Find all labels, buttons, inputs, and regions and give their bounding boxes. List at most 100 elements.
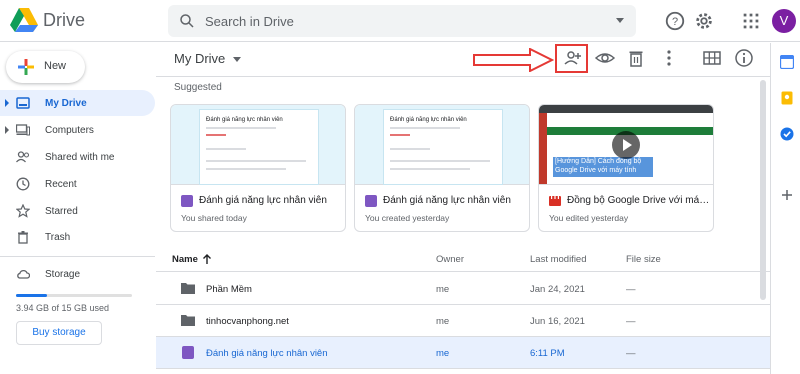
sidebar-item-starred[interactable]: Starred xyxy=(0,198,155,224)
file-modified: Jan 24, 2021 xyxy=(530,284,585,295)
svg-text:?: ? xyxy=(672,16,678,28)
table-row[interactable]: tinhocvanphong.net me Jun 16, 2021 — xyxy=(156,305,770,337)
sidebar-item-storage[interactable]: Storage xyxy=(0,261,155,287)
help-icon[interactable]: ? xyxy=(664,10,686,32)
drive-logo-icon[interactable] xyxy=(10,7,38,33)
storage-usage-bar xyxy=(16,294,132,297)
info-icon[interactable] xyxy=(734,48,754,68)
suggested-card[interactable]: [Hướng Dẫn] Cách đồng bộ Google Drive vớ… xyxy=(538,104,714,232)
trash-icon[interactable] xyxy=(626,48,646,68)
column-name[interactable]: Name xyxy=(172,254,198,265)
search-options-icon[interactable] xyxy=(616,18,624,23)
avatar[interactable]: V xyxy=(772,9,796,33)
sidebar-item-trash[interactable]: Trash xyxy=(0,224,155,250)
file-size: — xyxy=(626,348,636,359)
search-input[interactable]: Search in Drive xyxy=(205,14,294,29)
arrow-up-icon[interactable] xyxy=(202,253,212,265)
sidebar-item-computers[interactable]: Computers xyxy=(0,117,155,143)
sidebar-item-my-drive[interactable]: My Drive xyxy=(0,90,155,116)
column-last-modified[interactable]: Last modified xyxy=(530,254,587,265)
people-icon xyxy=(16,151,30,163)
search-icon[interactable] xyxy=(178,12,196,30)
clock-icon xyxy=(16,177,30,191)
form-preview: Đánh giá năng lực nhân viên xyxy=(199,109,319,185)
plus-icon xyxy=(18,59,34,75)
suggested-card[interactable]: Đánh giá năng lực nhân viên Đánh giá năn… xyxy=(354,104,530,232)
storage-usage-fill xyxy=(16,294,47,297)
play-icon[interactable] xyxy=(612,131,640,159)
new-button[interactable]: New xyxy=(6,51,85,83)
sidebar-item-label: Shared with me xyxy=(45,152,115,163)
card-thumbnail: Đánh giá năng lực nhân viên xyxy=(171,105,345,185)
grid-view-icon[interactable] xyxy=(702,48,722,68)
sidebar-item-label: Storage xyxy=(45,269,81,280)
thumbnail-title: [Hướng Dẫn] Cách đồng bộ Google Drive vớ… xyxy=(555,158,642,174)
column-file-size[interactable]: File size xyxy=(626,254,661,265)
settings-icon[interactable] xyxy=(693,10,715,32)
sidebar-item-label: Computers xyxy=(45,125,94,136)
add-addon-icon[interactable] xyxy=(780,188,794,202)
file-size: — xyxy=(626,316,636,327)
sidebar-item-label: Starred xyxy=(45,206,78,217)
column-owner[interactable]: Owner xyxy=(436,254,464,265)
file-list-header: Name Owner Last modified File size xyxy=(156,246,770,272)
file-owner: me xyxy=(436,348,450,359)
suggested-card[interactable]: Đánh giá năng lực nhân viên Đánh giá năn… xyxy=(170,104,346,232)
chevron-down-icon xyxy=(233,57,242,63)
page-title[interactable]: My Drive xyxy=(174,51,242,66)
sidebar-item-recent[interactable]: Recent xyxy=(0,171,155,197)
file-modified: Jun 16, 2021 xyxy=(530,316,585,327)
expand-arrow-icon[interactable] xyxy=(5,126,9,134)
video-file-icon xyxy=(549,196,561,206)
sidebar-item-shared-with-me[interactable]: Shared with me xyxy=(0,144,155,170)
forms-icon xyxy=(182,346,194,359)
cloud-icon xyxy=(17,270,30,279)
star-icon xyxy=(16,204,30,218)
apps-grid-icon[interactable] xyxy=(740,10,762,32)
search-box[interactable]: Search in Drive xyxy=(168,5,636,37)
scrollbar[interactable] xyxy=(760,80,766,300)
more-vert-icon[interactable] xyxy=(659,48,679,68)
storage-used-text: 3.94 GB of 15 GB used xyxy=(16,303,110,313)
table-row[interactable]: Phần Mềm me Jan 24, 2021 — xyxy=(156,273,770,305)
tasks-icon[interactable] xyxy=(780,127,794,141)
file-size: — xyxy=(626,284,636,295)
card-meta: You shared today xyxy=(181,213,247,223)
keep-icon[interactable] xyxy=(780,91,794,105)
file-modified: 6:11 PM xyxy=(530,348,565,359)
sidebar-item-label: Trash xyxy=(45,232,71,243)
file-name: tinhocvanphong.net xyxy=(206,316,289,327)
folder-icon xyxy=(181,315,195,326)
computer-icon xyxy=(16,124,30,136)
annotation-arrow-icon xyxy=(473,48,554,72)
card-name: Đánh giá năng lực nhân viên xyxy=(199,195,327,206)
file-name: Phần Mềm xyxy=(206,284,252,295)
trash-icon xyxy=(18,231,28,244)
my-drive-icon xyxy=(16,97,30,109)
expand-arrow-icon[interactable] xyxy=(5,99,9,107)
forms-icon xyxy=(365,195,377,207)
card-meta: You edited yesterday xyxy=(549,213,629,223)
side-panel-rail xyxy=(770,43,800,374)
sidebar-divider xyxy=(0,256,155,257)
preview-eye-icon[interactable] xyxy=(595,48,615,68)
share-highlight-box xyxy=(555,44,588,73)
forms-icon xyxy=(181,195,193,207)
new-button-label: New xyxy=(44,60,67,72)
sidebar-item-label: My Drive xyxy=(45,98,87,109)
thumbnail-title: Đánh giá năng lực nhân viên xyxy=(390,117,467,123)
table-row[interactable]: Đánh giá năng lực nhân viên me 6:11 PM — xyxy=(156,337,770,369)
buy-storage-button[interactable]: Buy storage xyxy=(16,321,102,345)
file-owner: me xyxy=(436,316,450,327)
card-name: Đồng bộ Google Drive với máy tính xyxy=(567,195,711,206)
card-name: Đánh giá năng lực nhân viên xyxy=(383,195,511,206)
header-divider xyxy=(156,76,770,77)
card-meta: You created yesterday xyxy=(365,213,450,223)
suggested-heading: Suggested xyxy=(174,82,222,93)
brand-name[interactable]: Drive xyxy=(43,10,85,31)
file-owner: me xyxy=(436,284,450,295)
calendar-icon[interactable] xyxy=(780,55,794,69)
thumbnail-title: Đánh giá năng lực nhân viên xyxy=(206,117,283,123)
folder-icon xyxy=(181,283,195,294)
sidebar-item-label: Recent xyxy=(45,179,77,190)
